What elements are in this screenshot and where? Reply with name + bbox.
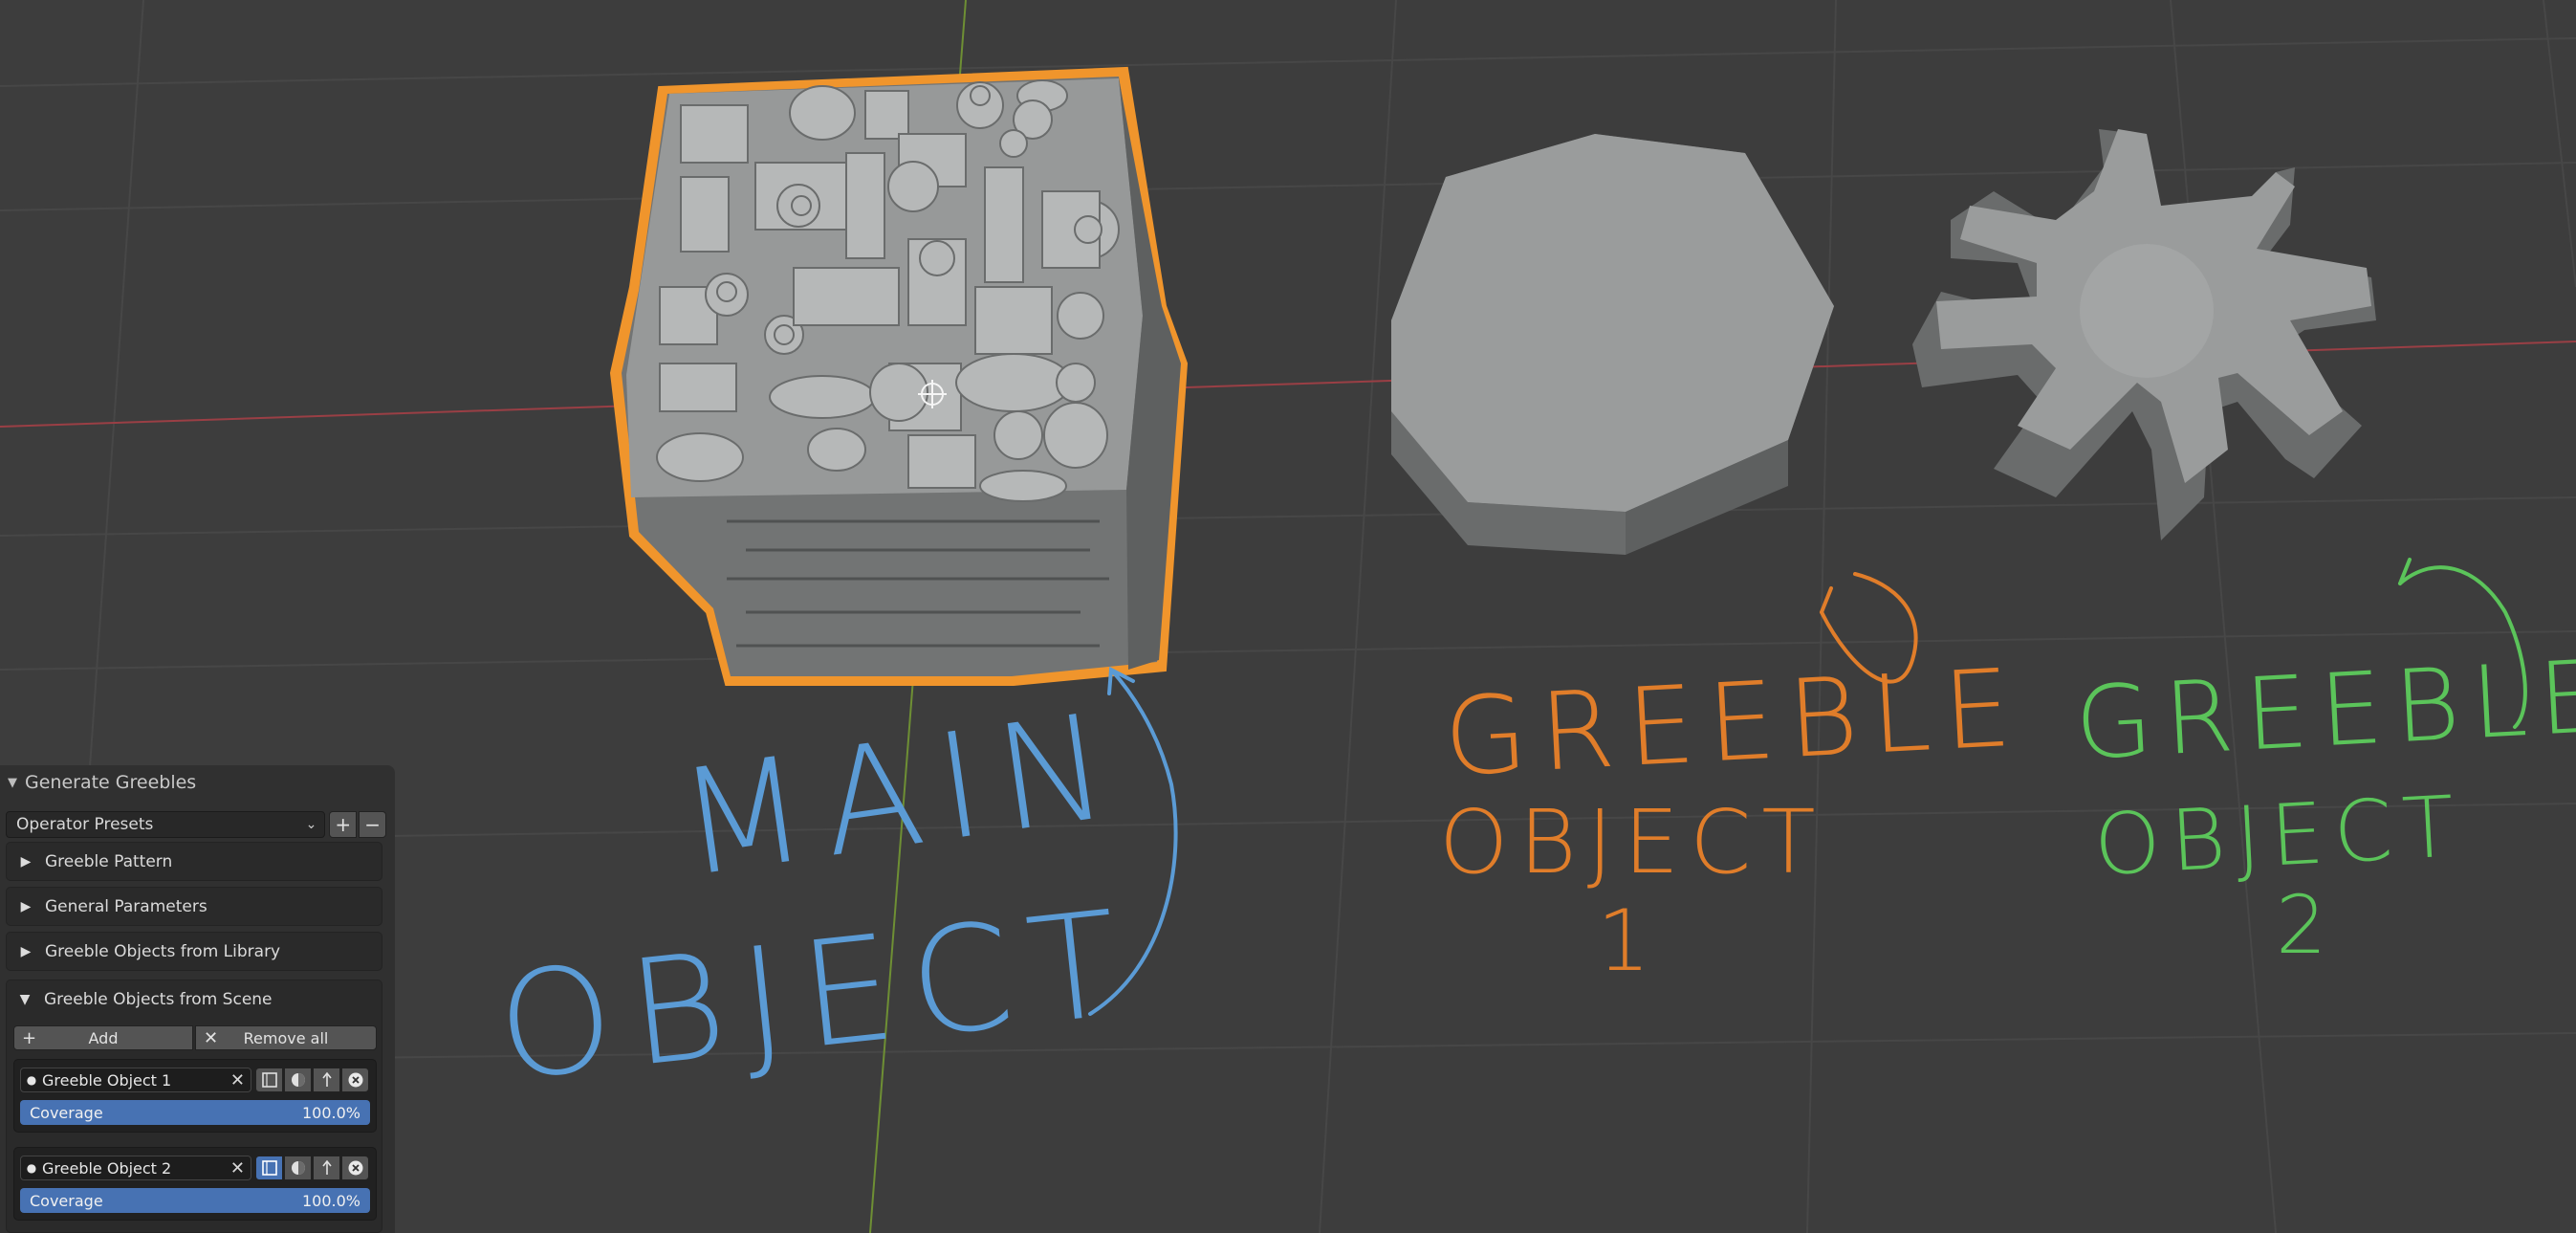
object-name-field[interactable]: ● Greeble Object 2 ✕ <box>20 1156 251 1180</box>
section-label: Greeble Objects from Library <box>45 941 281 961</box>
coverage-value: 100.0% <box>301 1191 360 1210</box>
object-options <box>255 1068 369 1092</box>
annotation-greeble1-line2: OBJECT <box>1439 791 1826 893</box>
greeble-object-1-octagon <box>1391 134 1834 555</box>
object-name: Greeble Object 2 <box>42 1158 172 1178</box>
arrow-up-icon <box>321 1071 332 1087</box>
collapse-triangle-icon: ▼ <box>19 991 31 1007</box>
annotation-greeble2-line1: GREEBLE <box>2072 637 2576 782</box>
greeble-object-entry: ● Greeble Object 1 ✕ Coverage 100.0% <box>13 1059 377 1133</box>
operator-presets-value: Operator Presets <box>16 815 154 834</box>
scene-objects-actions: + Add ✕ Remove all <box>13 1025 377 1050</box>
section-greeble-objects-from-library[interactable]: ▶ Greeble Objects from Library <box>6 932 382 971</box>
remove-preset-button[interactable]: − <box>359 811 387 838</box>
main-object-cube <box>609 66 1189 686</box>
operator-presets-row: Operator Presets ⌄ + − <box>6 811 387 838</box>
section-label: General Parameters <box>45 896 207 916</box>
annotation-greeble1-line3: 1 <box>1597 892 1661 990</box>
panel-title: Generate Greebles <box>25 772 197 793</box>
object-name: Greeble Object 1 <box>42 1070 172 1090</box>
remove-all-button[interactable]: ✕ Remove all <box>195 1025 377 1050</box>
section-general-parameters[interactable]: ▶ General Parameters <box>6 887 382 926</box>
add-preset-button[interactable]: + <box>329 811 358 838</box>
clear-field-icon[interactable]: ✕ <box>230 1158 245 1178</box>
chevron-down-icon: ⌄ <box>305 817 317 832</box>
expand-triangle-icon: ▶ <box>20 898 32 914</box>
panel-header[interactable]: ▼ Generate Greebles <box>0 765 395 800</box>
generate-greebles-panel: ▼ Generate Greebles Operator Presets ⌄ +… <box>0 765 395 1233</box>
section-greeble-objects-from-scene[interactable]: ▼ Greeble Objects from Scene <box>6 980 382 1019</box>
coverage-slider[interactable]: Coverage 100.0% <box>20 1100 370 1125</box>
square-icon <box>261 1160 277 1176</box>
add-object-button[interactable]: + Add <box>13 1025 193 1050</box>
square-icon <box>261 1072 277 1088</box>
remove-object-button[interactable] <box>341 1068 369 1092</box>
expand-triangle-icon: ▶ <box>20 853 32 870</box>
object-dot-icon: ● <box>26 1161 37 1175</box>
object-name-field[interactable]: ● Greeble Object 1 ✕ <box>20 1068 251 1092</box>
sphere-icon <box>291 1161 305 1175</box>
remove-all-label: Remove all <box>243 1028 329 1047</box>
toggle-bounds-button[interactable] <box>255 1068 283 1092</box>
greeble-object-2-gear <box>1912 129 2376 540</box>
minus-icon: − <box>364 813 381 836</box>
sphere-icon <box>291 1073 305 1087</box>
toggle-material-button[interactable] <box>284 1068 312 1092</box>
close-circle-icon <box>348 1072 362 1088</box>
close-icon: ✕ <box>204 1027 219 1048</box>
coverage-slider[interactable]: Coverage 100.0% <box>20 1188 370 1213</box>
toggle-direction-button[interactable] <box>313 1156 340 1180</box>
annotation-greeble1-line1: GREEBLE <box>1441 646 2027 801</box>
arrow-up-icon <box>321 1159 332 1175</box>
close-circle-icon <box>348 1160 362 1176</box>
operator-presets-select[interactable]: Operator Presets ⌄ <box>6 811 326 838</box>
coverage-value: 100.0% <box>301 1103 360 1122</box>
toggle-material-button[interactable] <box>284 1156 312 1180</box>
clear-field-icon[interactable]: ✕ <box>230 1070 245 1090</box>
annotation-greeble2-line2: OBJECT <box>2091 776 2467 895</box>
object-options <box>255 1156 369 1180</box>
expand-triangle-icon: ▶ <box>20 943 32 959</box>
coverage-label: Coverage <box>30 1191 103 1210</box>
plus-icon: + <box>22 1027 37 1048</box>
section-label: Greeble Objects from Scene <box>44 989 273 1009</box>
greeble-object-entry: ● Greeble Object 2 ✕ Coverage 100.0% <box>13 1147 377 1221</box>
plus-icon: + <box>335 813 352 836</box>
section-label: Greeble Pattern <box>45 851 173 871</box>
annotation-greeble2-line3: 2 <box>2276 878 2337 972</box>
section-greeble-pattern[interactable]: ▶ Greeble Pattern <box>6 842 382 881</box>
coverage-label: Coverage <box>30 1103 103 1122</box>
collapse-triangle-icon[interactable]: ▼ <box>0 776 25 790</box>
remove-object-button[interactable] <box>341 1156 369 1180</box>
toggle-direction-button[interactable] <box>313 1068 340 1092</box>
object-dot-icon: ● <box>26 1073 37 1087</box>
add-object-label: Add <box>88 1028 119 1047</box>
toggle-bounds-button[interactable] <box>255 1156 283 1180</box>
